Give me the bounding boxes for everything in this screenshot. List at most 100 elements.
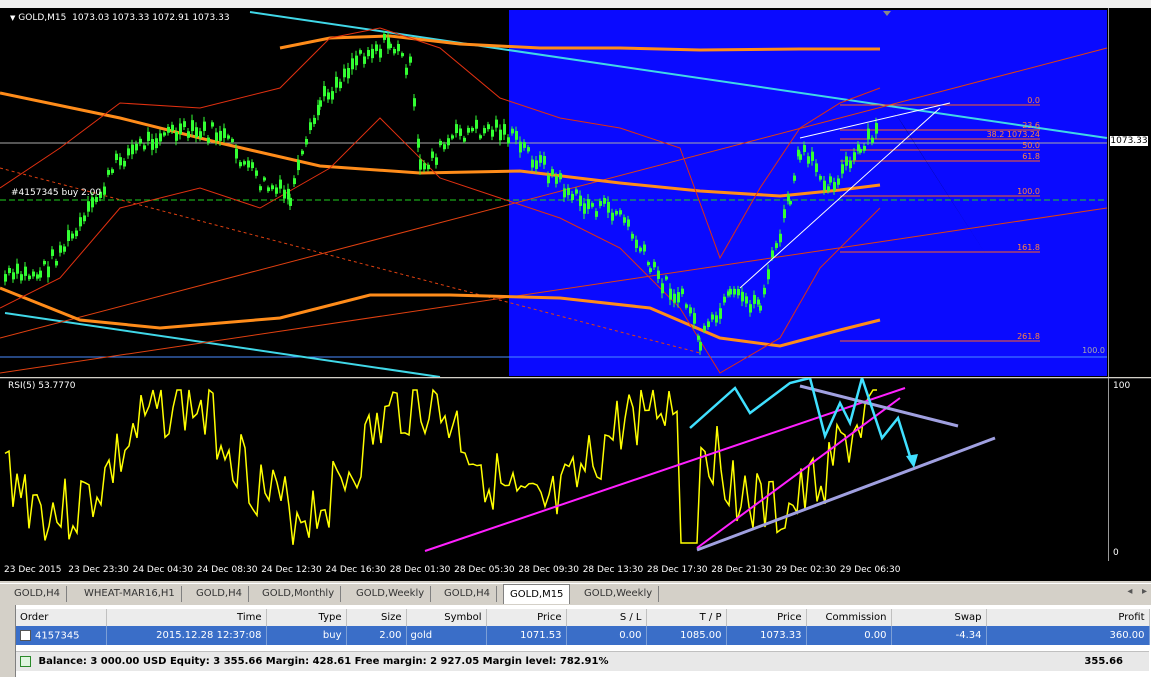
rsi-line <box>4 388 877 545</box>
balance-row: Balance: 3 000.00 USD Equity: 3 355.66 M… <box>16 651 1149 671</box>
candle <box>393 49 396 54</box>
rsi-panel[interactable]: RSI(5) 53.7770 100 0 <box>0 378 1151 561</box>
candle <box>459 128 462 136</box>
candle <box>199 131 202 138</box>
candle <box>267 187 270 192</box>
order-row[interactable]: 4157345 2015.12.28 12:37:08 buy 2.00 gold 107… <box>16 626 1150 645</box>
candle <box>155 138 158 149</box>
candle <box>405 67 408 75</box>
column-header[interactable]: S / L <box>566 609 647 626</box>
candle <box>363 56 366 64</box>
column-header[interactable]: Time <box>106 609 267 626</box>
chart-tab[interactable]: GOLD,Monthly <box>256 586 342 602</box>
candle <box>763 287 766 295</box>
column-header[interactable]: Type <box>266 609 347 626</box>
time-label: 29 Dec 06:30 <box>839 565 901 575</box>
candle <box>419 159 422 170</box>
terminal-panel: Order Time Type Size Symbol Price S / LT / P Pr… <box>0 605 1151 677</box>
balance-text: Balance: 3 000.00 USD Equity: 3 355.66 M… <box>38 656 609 667</box>
candle <box>20 274 23 281</box>
chart-tab[interactable]: GOLD,Weekly <box>350 586 432 602</box>
candle <box>619 210 622 215</box>
chart-tab[interactable]: GOLD,H4 <box>438 586 497 602</box>
candle <box>511 128 514 134</box>
chart-tab[interactable]: GOLD,H4 <box>8 586 67 602</box>
column-header[interactable]: Swap <box>891 609 987 626</box>
candle <box>703 325 706 331</box>
candle <box>401 53 404 57</box>
candle <box>211 122 214 127</box>
candle <box>563 188 566 198</box>
candle <box>599 200 602 206</box>
candle <box>475 119 478 129</box>
candle <box>8 268 11 273</box>
chart-tab[interactable]: GOLD,M15 <box>503 584 571 604</box>
candle <box>849 160 852 169</box>
order-icon <box>20 629 31 641</box>
chart-tab[interactable]: GOLD,H4 <box>190 586 249 602</box>
candle <box>495 119 498 128</box>
column-header[interactable]: Symbol <box>406 609 487 626</box>
column-header[interactable]: Commission <box>806 609 892 626</box>
candle <box>439 140 442 146</box>
price-chart[interactable]: 0.0 23.6 38.2 1073.24 50.0 61.8 100.0 161.8 261… <box>0 8 1151 377</box>
chart-collapse-icon[interactable]: ▼ <box>10 14 15 22</box>
candle <box>661 283 664 294</box>
rsi-scale: 100 0 <box>1108 378 1151 561</box>
candle <box>297 160 300 171</box>
candle <box>123 160 126 167</box>
rsi-resistance-line <box>799 384 959 428</box>
column-header[interactable]: Profit <box>986 609 1150 626</box>
candle <box>179 123 182 135</box>
candle <box>483 128 486 134</box>
column-header[interactable]: T / P <box>646 609 727 626</box>
candle <box>111 169 114 173</box>
candle <box>47 266 50 278</box>
candle <box>379 48 382 58</box>
order-cell: 360.00 <box>986 626 1150 645</box>
candle <box>409 56 412 63</box>
column-header[interactable]: Size <box>346 609 407 626</box>
candle <box>547 175 550 184</box>
candle <box>595 211 598 217</box>
tab-scroll-arrows[interactable]: ◂ ▸ <box>1127 586 1147 597</box>
candle <box>301 150 304 155</box>
candle <box>531 159 534 168</box>
candle <box>803 145 806 153</box>
rsi-canvas <box>0 378 1151 552</box>
fib-label: 261.8 <box>1017 332 1040 341</box>
chart-tab[interactable]: GOLD,Weekly <box>578 586 660 602</box>
candle <box>115 153 118 161</box>
candle <box>355 55 358 66</box>
candle <box>793 175 796 181</box>
rsi-support-line <box>696 436 996 552</box>
candle <box>247 160 250 168</box>
candle <box>615 211 618 215</box>
chart-ohlc: 1073.03 1073.33 1072.91 1073.33 <box>72 13 230 23</box>
candle <box>397 43 400 52</box>
candle <box>343 68 346 78</box>
candle <box>203 121 206 131</box>
candle <box>207 137 210 143</box>
candle <box>535 160 538 170</box>
candle <box>423 163 426 170</box>
chart-title: ▼ GOLD,M15 1073.03 1073.33 1072.91 1073.… <box>10 13 230 23</box>
fib-label: 50.0 <box>1022 141 1040 150</box>
chart-tab[interactable]: WHEAT-MAR16,H1 <box>78 586 182 602</box>
time-label: 28 Dec 09:30 <box>518 565 579 575</box>
candle <box>639 247 642 252</box>
time-label: 23 Dec 23:30 <box>68 565 129 575</box>
candle <box>215 132 218 142</box>
candle <box>235 148 238 159</box>
column-header[interactable]: Order <box>16 609 107 626</box>
candle <box>767 269 770 280</box>
fib-label: 100.0 <box>1082 346 1105 355</box>
candle <box>623 217 626 223</box>
order-cell: -4.34 <box>891 626 987 645</box>
candle <box>107 170 110 175</box>
candle <box>335 76 338 88</box>
column-header[interactable]: Price <box>726 609 807 626</box>
candle <box>55 260 58 266</box>
time-label: 28 Dec 21:30 <box>711 565 772 575</box>
column-header[interactable]: Price <box>486 609 567 626</box>
